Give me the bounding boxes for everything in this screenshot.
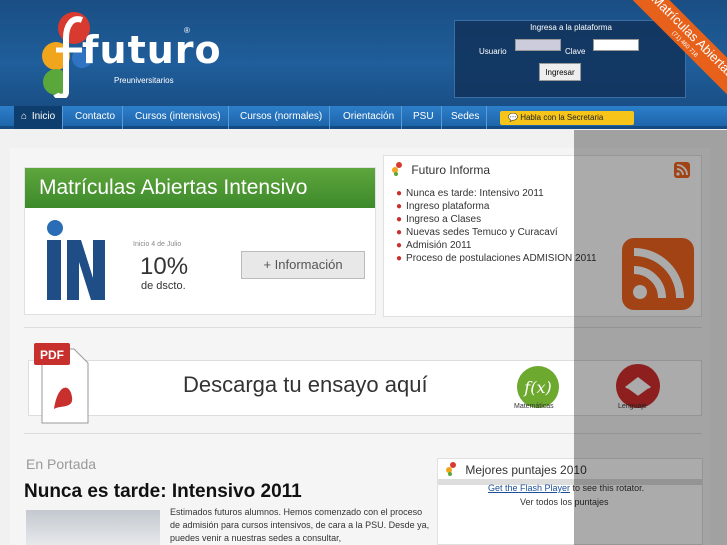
ribbon-title: Matrículas Abiertas bbox=[648, 0, 727, 81]
ribbon-band: Matrículas Abiertas (71) 460 718 bbox=[620, 0, 727, 106]
informa-title: Futuro Informa bbox=[411, 163, 491, 177]
news-item[interactable]: Proceso de postulaciones ADMISION 2011 bbox=[396, 253, 596, 264]
site-header: futuro ® Preuniversitarios Ingresa a la … bbox=[0, 0, 727, 106]
news-item[interactable]: Nunca es tarde: Intensivo 2011 bbox=[396, 188, 597, 199]
promo-discount-label: de dscto. bbox=[141, 280, 186, 292]
top-scores-panel: Mejores puntajes 2010 Get the Flash Play… bbox=[437, 458, 703, 545]
password-label: Clave bbox=[565, 47, 586, 56]
logo-subtitle: Preuniversitarios bbox=[114, 76, 174, 85]
login-button[interactable]: Ingresar bbox=[539, 63, 581, 81]
flash-notice-text: to see this rotator. bbox=[570, 483, 645, 493]
download-essay-label: Descarga tu ensayo aquí bbox=[183, 372, 428, 397]
get-flash-player-link[interactable]: Get the Flash Player bbox=[488, 483, 570, 493]
promo-discount: 10% bbox=[140, 253, 189, 280]
news-item[interactable]: Nuevas sedes Temuco y Curacaví bbox=[396, 227, 597, 238]
informa-header: Futuro Informa bbox=[392, 162, 490, 177]
futuro-logo[interactable]: futuro ® Preuniversitarios bbox=[24, 8, 221, 100]
chat-secretary-label: Habla con la Secretaria bbox=[520, 113, 604, 122]
article-excerpt: Estimados futuros alumnos. Hemos comenza… bbox=[170, 507, 430, 543]
view-all-scores-link[interactable]: Ver todos los puntajes bbox=[520, 497, 609, 507]
intensive-n-icon bbox=[47, 220, 105, 300]
news-item[interactable]: Ingreso a Clases bbox=[396, 214, 597, 225]
pdf-icon[interactable]: PDF bbox=[34, 343, 90, 425]
news-item[interactable]: Ingreso plataforma bbox=[396, 201, 597, 212]
chat-bubble-icon: 💬 bbox=[508, 113, 518, 122]
user-input[interactable] bbox=[515, 39, 561, 51]
article-thumbnail[interactable] bbox=[26, 510, 160, 545]
nav-item-cursos-intensivos[interactable]: Cursos (intensivos) bbox=[128, 106, 229, 129]
nav-item-psu[interactable]: PSU bbox=[406, 106, 442, 129]
futuro-informa-panel: Futuro Informa Nunca es tarde: Intensivo… bbox=[383, 155, 702, 317]
nav-item-inicio[interactable]: ⌂ Inicio bbox=[14, 106, 64, 129]
enrollment-ribbon[interactable]: Matrículas Abiertas (71) 460 718 bbox=[600, 0, 727, 106]
lenguaje-label: Lenguaje bbox=[618, 403, 647, 410]
logo-registered-mark: ® bbox=[184, 26, 190, 35]
main-nav: ⌂ Inicio Contacto Cursos (intensivos) Cu… bbox=[0, 106, 727, 129]
nav-label-inicio: Inicio bbox=[31, 111, 56, 122]
svg-text:PDF: PDF bbox=[40, 348, 64, 362]
section-label-en-portada: En Portada bbox=[26, 456, 97, 472]
nav-item-cursos-normales[interactable]: Cursos (normales) bbox=[233, 106, 331, 129]
more-info-button[interactable]: + Información bbox=[241, 251, 365, 279]
promo-banner[interactable]: Matrículas Abiertas Intensivo Inicio 4 d… bbox=[24, 167, 376, 315]
svg-text:f(x): f(x) bbox=[523, 378, 551, 397]
logo-wordmark: futuro bbox=[82, 28, 222, 72]
news-item[interactable]: Admisión 2011 bbox=[396, 240, 597, 251]
section-divider bbox=[24, 433, 702, 434]
top-scores-title: Mejores puntajes 2010 bbox=[465, 463, 587, 477]
futuro-mini-logo-icon bbox=[446, 462, 456, 476]
rss-feed-large-icon[interactable] bbox=[622, 238, 694, 310]
nav-item-orientacion[interactable]: Orientación bbox=[336, 106, 403, 129]
nav-item-contacto[interactable]: Contacto bbox=[68, 106, 124, 129]
futuro-mini-logo-icon bbox=[392, 162, 402, 176]
promo-title: Matrículas Abiertas Intensivo bbox=[25, 168, 375, 208]
promo-start-date: Inicio 4 de Julio bbox=[133, 241, 182, 248]
top-scores-header: Mejores puntajes 2010 bbox=[446, 462, 587, 477]
article-title[interactable]: Nunca es tarde: Intensivo 2011 bbox=[24, 481, 302, 503]
rss-icon[interactable] bbox=[674, 162, 690, 178]
flash-notice: Get the Flash Player to see this rotator… bbox=[488, 483, 644, 493]
nav-item-sedes[interactable]: Sedes bbox=[444, 106, 488, 129]
home-icon: ⌂ bbox=[21, 111, 28, 122]
chat-secretary-button[interactable]: 💬 Habla con la Secretaria bbox=[500, 111, 634, 125]
user-label: Usuario bbox=[479, 47, 507, 56]
math-label: Matemáticas bbox=[514, 403, 554, 410]
news-list: Nunca es tarde: Intensivo 2011 Ingreso p… bbox=[396, 188, 597, 266]
section-divider bbox=[24, 327, 702, 328]
